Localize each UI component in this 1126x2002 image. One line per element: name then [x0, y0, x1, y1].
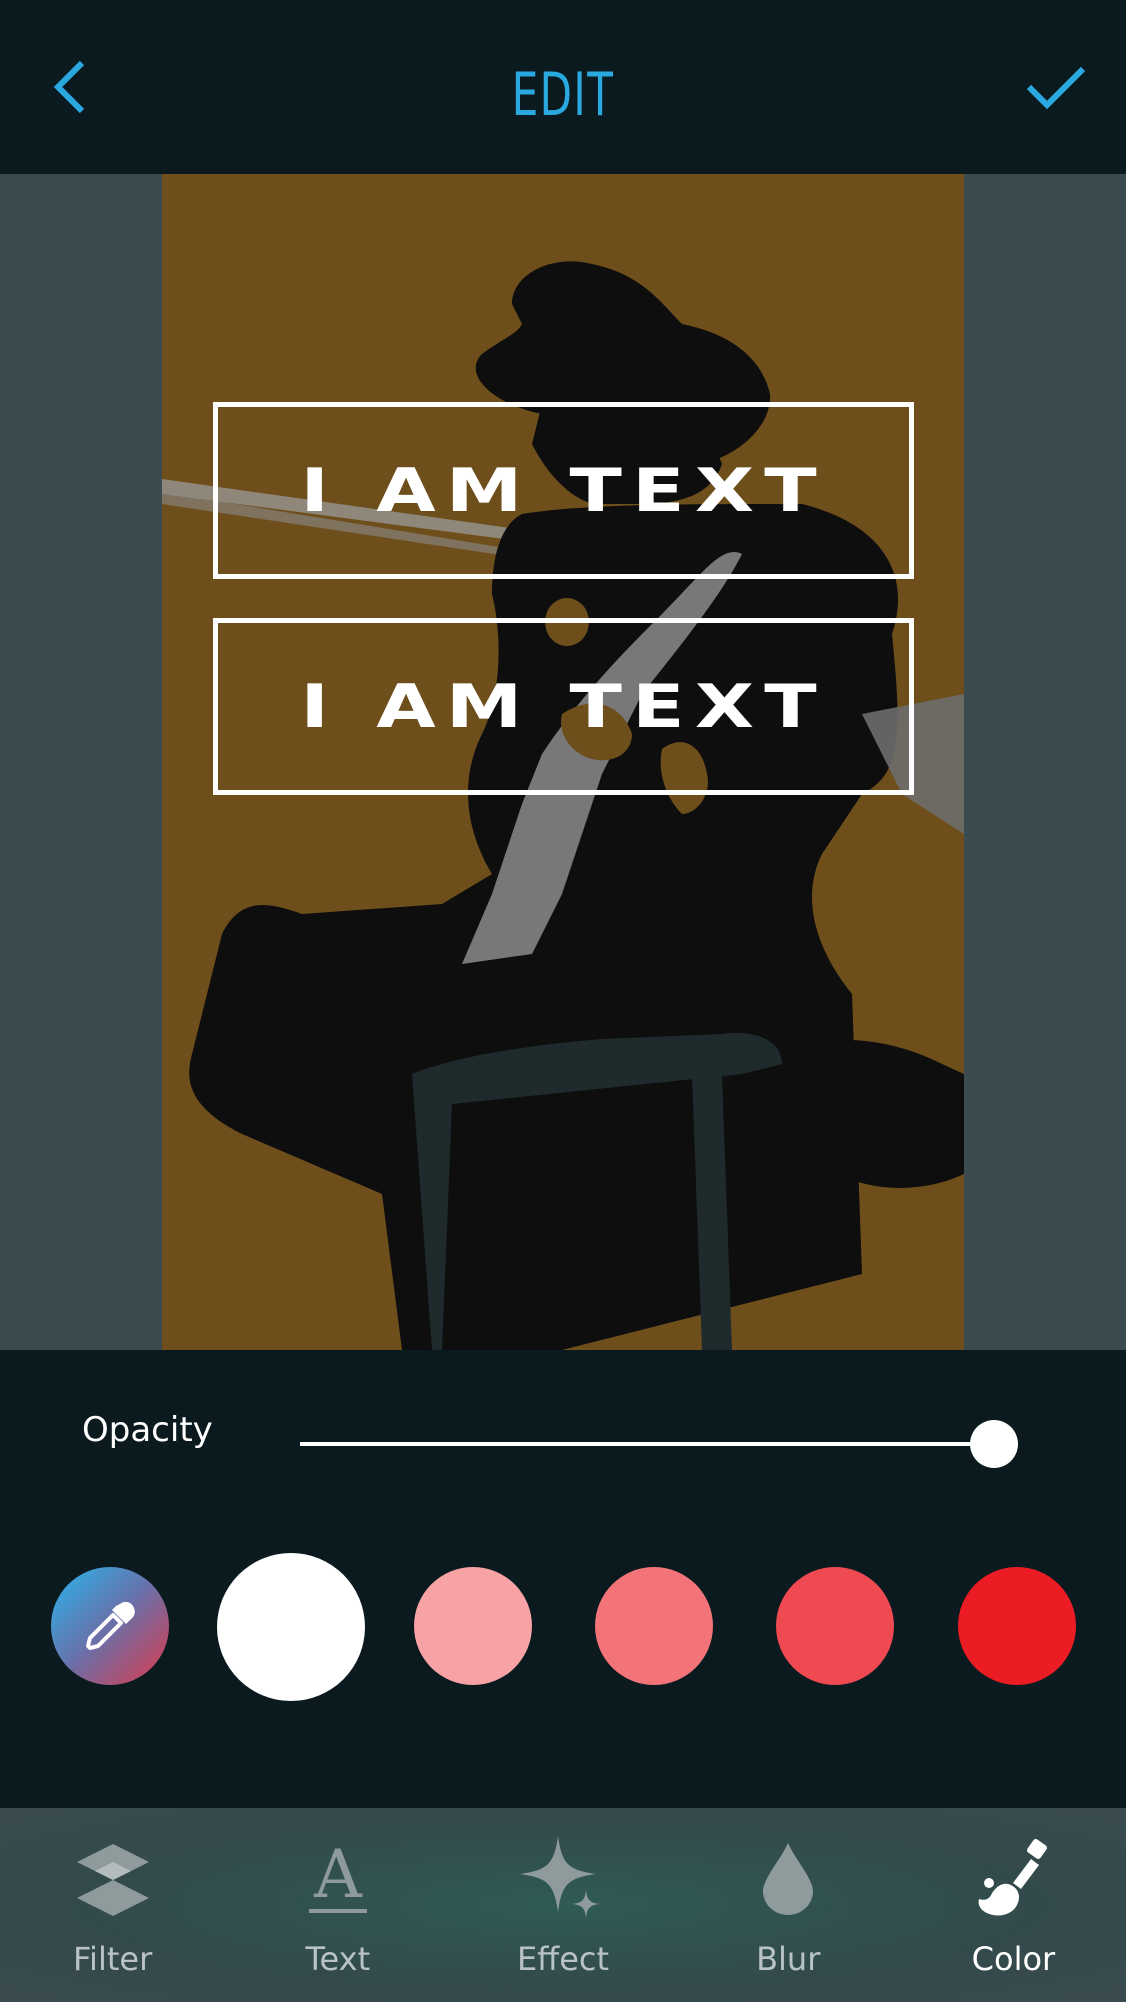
back-button[interactable] [0, 0, 140, 174]
canvas-area: I AM TEXT I AM TEXT [0, 174, 1126, 1350]
done-button[interactable] [986, 0, 1126, 174]
tab-effect-label: Effect [516, 1940, 610, 1978]
tab-text-label: Text [305, 1940, 371, 1978]
text-layer-1[interactable]: I AM TEXT [213, 402, 914, 579]
text-layer-2-text: I AM TEXT [300, 671, 827, 742]
svg-text:A: A [313, 1839, 363, 1913]
swatch-red[interactable] [958, 1567, 1076, 1685]
layers-icon [68, 1834, 158, 1924]
eyedropper-icon [86, 1601, 135, 1650]
tab-filter-label: Filter [72, 1940, 153, 1978]
opacity-slider[interactable] [300, 1420, 1020, 1470]
tab-effect[interactable]: Effect [450, 1808, 675, 2002]
tab-color-label: Color [971, 1940, 1056, 1978]
opacity-slider-thumb[interactable] [970, 1420, 1018, 1468]
tab-color[interactable]: Color [901, 1808, 1126, 2002]
tab-text[interactable]: A Text [225, 1808, 450, 2002]
bottom-tab-bar: Filter A Text Effect Blur Color [0, 1808, 1126, 2002]
tab-blur[interactable]: Blur [676, 1808, 901, 2002]
page-title: EDIT [511, 60, 615, 130]
top-bar: EDIT [0, 0, 1126, 174]
opacity-label: Opacity [82, 1410, 213, 1450]
swatch-coral-red[interactable] [776, 1567, 894, 1685]
sparkle-icon [518, 1834, 608, 1924]
checkmark-icon [1026, 66, 1086, 110]
opacity-slider-track [300, 1442, 994, 1446]
tab-filter[interactable]: Filter [0, 1808, 225, 2002]
swatch-white[interactable] [217, 1553, 365, 1701]
tab-blur-label: Blur [756, 1940, 821, 1978]
text-layer-1-text: I AM TEXT [300, 455, 827, 526]
swatch-light-pink[interactable] [414, 1567, 532, 1685]
color-picker-button[interactable] [51, 1567, 169, 1685]
chevron-left-icon [53, 60, 85, 114]
swatch-salmon[interactable] [595, 1567, 713, 1685]
color-controls: Opacity [0, 1350, 1126, 1808]
paint-brush-icon [968, 1834, 1058, 1924]
text-layer-2[interactable]: I AM TEXT [213, 618, 914, 795]
photo-canvas[interactable]: I AM TEXT I AM TEXT [162, 174, 964, 1350]
text-icon: A [293, 1834, 383, 1924]
droplet-icon [743, 1834, 833, 1924]
